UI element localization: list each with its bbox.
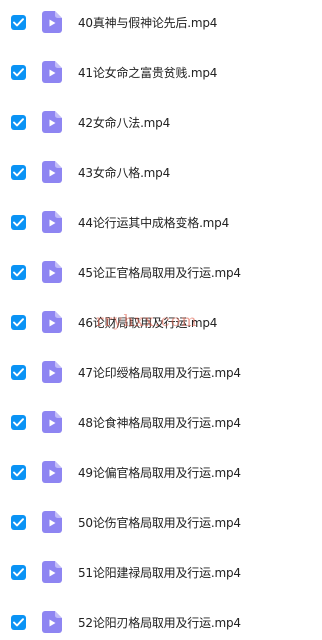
- row-checkbox[interactable]: [11, 414, 26, 430]
- file-row[interactable]: 44论行运其中成格变格.mp4: [0, 202, 322, 242]
- file-row[interactable]: 49论偏官格局取用及行运.mp4: [0, 452, 322, 492]
- video-file-icon: [42, 361, 62, 383]
- video-file-icon: [42, 411, 62, 433]
- file-name: 43女命八格.mp4: [78, 165, 171, 180]
- file-name: 42女命八法.mp4: [78, 115, 171, 130]
- row-checkbox[interactable]: [11, 614, 26, 630]
- file-name: 49论偏官格局取用及行运.mp4: [78, 465, 241, 480]
- row-checkbox[interactable]: [11, 464, 26, 480]
- checkmark-icon: [13, 17, 24, 26]
- checkmark-icon: [13, 117, 24, 126]
- file-list: 40真神与假神论先后.mp4 41论女命之富贵贫贱.mp4 42女命八法.mp4 43…: [0, 0, 322, 640]
- checkmark-icon: [13, 367, 24, 376]
- file-name: 46论财局取用及行运.mp4: [78, 315, 218, 330]
- checkmark-icon: [13, 317, 24, 326]
- checkmark-icon: [13, 517, 24, 526]
- video-file-icon: [42, 161, 62, 183]
- row-checkbox[interactable]: [11, 164, 26, 180]
- file-row[interactable]: 52论阳刃格局取用及行运.mp4: [0, 602, 322, 640]
- file-name: 40真神与假神论先后.mp4: [78, 15, 218, 30]
- checkmark-icon: [13, 417, 24, 426]
- checkmark-icon: [13, 617, 24, 626]
- row-checkbox[interactable]: [11, 214, 26, 230]
- checkmark-icon: [13, 567, 24, 576]
- file-name: 45论正官格局取用及行运.mp4: [78, 265, 241, 280]
- checkmark-icon: [13, 217, 24, 226]
- file-name: 52论阳刃格局取用及行运.mp4: [78, 615, 241, 630]
- file-name: 44论行运其中成格变格.mp4: [78, 215, 230, 230]
- file-name: 41论女命之富贵贫贱.mp4: [78, 65, 218, 80]
- video-file-icon: [42, 61, 62, 83]
- video-file-icon: [42, 311, 62, 333]
- file-row[interactable]: 50论伤官格局取用及行运.mp4: [0, 502, 322, 542]
- file-row[interactable]: 41论女命之富贵贫贱.mp4: [0, 52, 322, 92]
- checkmark-icon: [13, 467, 24, 476]
- row-checkbox[interactable]: [11, 514, 26, 530]
- video-file-icon: [42, 511, 62, 533]
- file-row[interactable]: 51论阳建禄局取用及行运.mp4: [0, 552, 322, 592]
- row-checkbox[interactable]: [11, 314, 26, 330]
- checkmark-icon: [13, 167, 24, 176]
- video-file-icon: [42, 461, 62, 483]
- row-checkbox[interactable]: [11, 564, 26, 580]
- file-row[interactable]: 40真神与假神论先后.mp4: [0, 2, 322, 42]
- file-row[interactable]: 43女命八格.mp4: [0, 152, 322, 192]
- file-row[interactable]: 47论印绶格局取用及行运.mp4: [0, 352, 322, 392]
- checkmark-icon: [13, 67, 24, 76]
- file-row[interactable]: 45论正官格局取用及行运.mp4: [0, 252, 322, 292]
- row-checkbox[interactable]: [11, 364, 26, 380]
- video-file-icon: [42, 261, 62, 283]
- checkmark-icon: [13, 267, 24, 276]
- file-row[interactable]: 48论食神格局取用及行运.mp4: [0, 402, 322, 442]
- file-name: 48论食神格局取用及行运.mp4: [78, 415, 241, 430]
- file-row[interactable]: 46论财局取用及行运.mp4: [0, 302, 322, 342]
- video-file-icon: [42, 611, 62, 633]
- row-checkbox[interactable]: [11, 264, 26, 280]
- row-checkbox[interactable]: [11, 114, 26, 130]
- row-checkbox[interactable]: [11, 14, 26, 30]
- video-file-icon: [42, 561, 62, 583]
- row-checkbox[interactable]: [11, 64, 26, 80]
- video-file-icon: [42, 211, 62, 233]
- file-name: 51论阳建禄局取用及行运.mp4: [78, 565, 241, 580]
- file-name: 50论伤官格局取用及行运.mp4: [78, 515, 241, 530]
- file-row[interactable]: 42女命八法.mp4: [0, 102, 322, 142]
- video-file-icon: [42, 11, 62, 33]
- file-name: 47论印绶格局取用及行运.mp4: [78, 365, 241, 380]
- video-file-icon: [42, 111, 62, 133]
